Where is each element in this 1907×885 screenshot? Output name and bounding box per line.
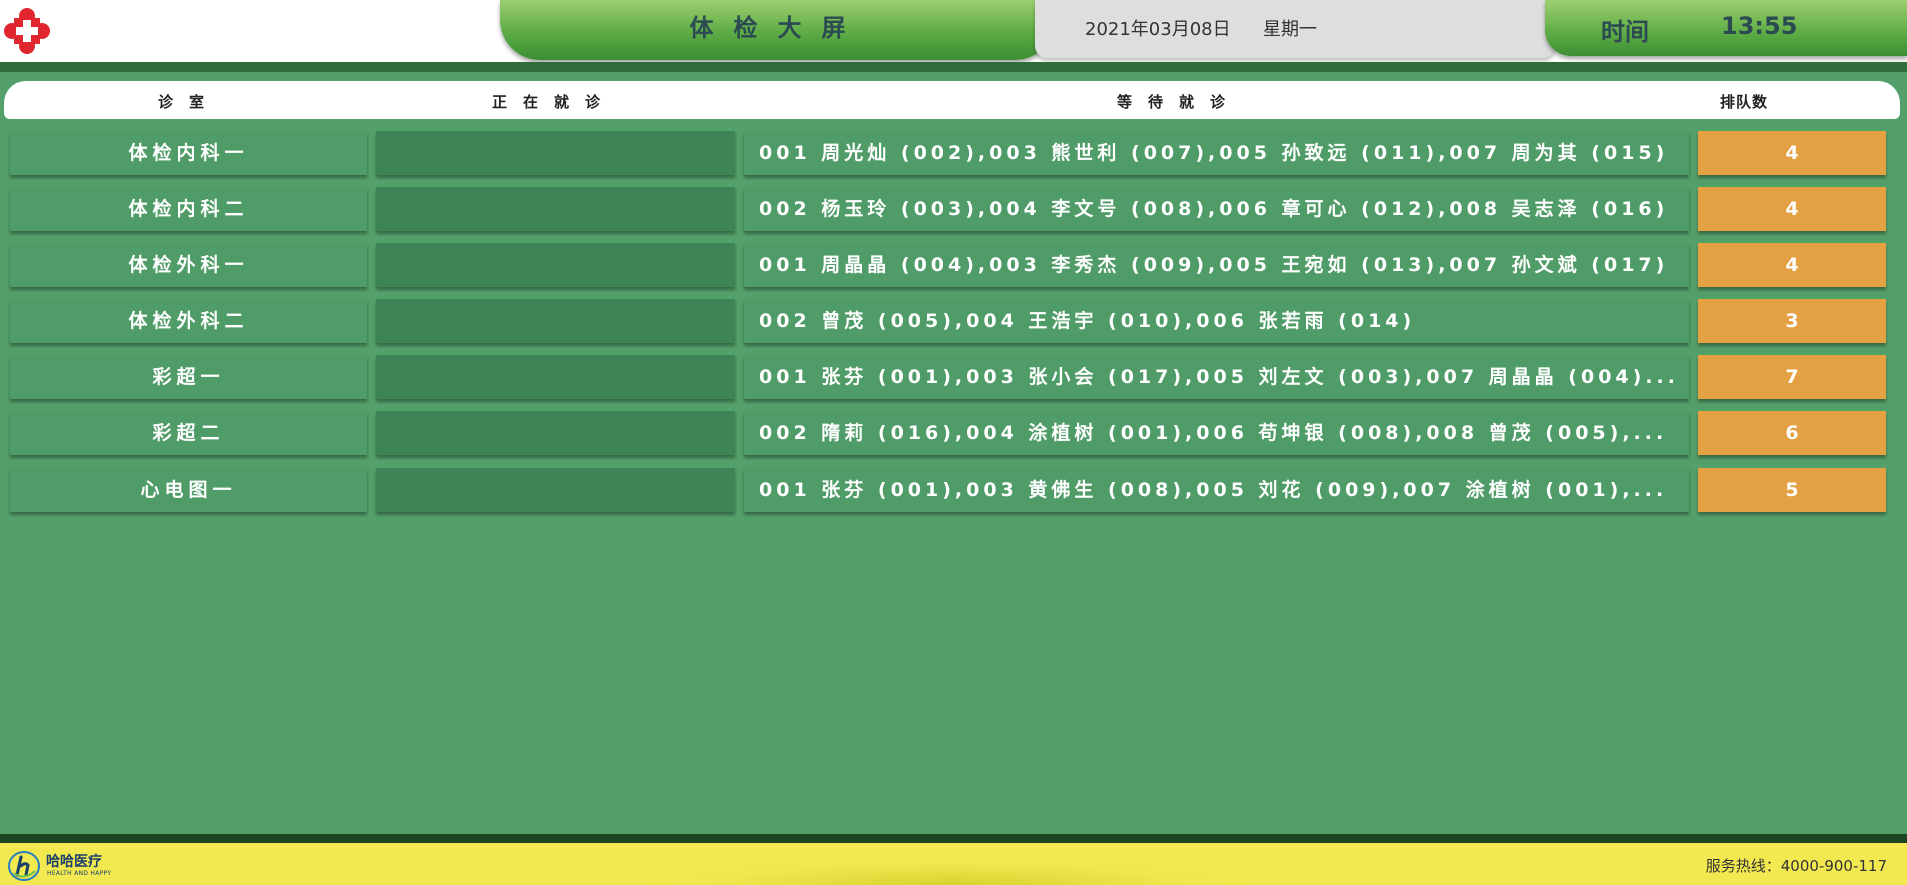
waiting-list: 001 周晶晶 (004),003 李秀杰 (009),005 王宛如 (013… [744,243,1689,287]
queue-count: 6 [1698,411,1886,455]
date-panel: 2021年03月08日 星期一 [1035,0,1555,58]
brand-name: 哈哈医疗 [46,854,102,870]
waiting-list: 001 张芬 (001),003 黄佛生 (008),005 刘花 (009),… [744,468,1689,512]
date-text: 2021年03月08日 [1085,19,1231,40]
header-divider [0,62,1907,72]
title-tab: 体检大屏 [500,0,1055,60]
room-name: 体检外科二 [10,299,367,343]
room-name: 体检外科一 [10,243,367,287]
weekday-text: 星期一 [1263,19,1317,40]
column-header-room: 诊室 [157,93,220,111]
waiting-list: 001 张芬 (001),003 张小会 (017),005 刘左文 (003)… [744,355,1689,399]
room-name: 体检内科二 [10,187,367,231]
footer-bar: 哈哈医疗 HEALTH AND HAPPY 服务热线：4000-900-117 [0,843,1907,885]
waiting-list: 002 曾茂 (005),004 王浩宇 (010),006 张若雨 (014) [744,299,1689,343]
brand-logo-icon [8,851,40,881]
column-header-current: 正在就诊 [491,93,616,111]
room-name: 心电图一 [10,468,367,512]
current-patient [376,187,735,231]
time-label: 时间 [1601,18,1649,46]
queue-count: 5 [1698,468,1886,512]
current-patient [376,131,735,175]
room-name: 体检内科一 [10,131,367,175]
current-patient [376,355,735,399]
room-name: 彩超二 [10,411,367,455]
queue-count: 4 [1698,243,1886,287]
queue-count: 7 [1698,355,1886,399]
table-row: 彩超一 001 张芬 (001),003 张小会 (017),005 刘左文 (… [0,355,1907,399]
waiting-list: 002 杨玉玲 (003),004 李文号 (008),006 章可心 (012… [744,187,1689,231]
clock-time: 13:55 [1721,12,1798,40]
table-row: 体检外科二 002 曾茂 (005),004 王浩宇 (010),006 张若雨… [0,299,1907,343]
current-patient [376,243,735,287]
column-header-waiting: 等待就诊 [1116,93,1241,111]
service-hotline: 服务热线：4000-900-117 [1705,857,1887,875]
table-row: 心电图一 001 张芬 (001),003 黄佛生 (008),005 刘花 (… [0,468,1907,512]
current-patient [376,411,735,455]
red-cross-logo-icon [4,8,50,54]
table-row: 体检内科二 002 杨玉玲 (003),004 李文号 (008),006 章可… [0,187,1907,231]
current-patient [376,299,735,343]
time-panel: 时间 13:55 [1545,0,1907,56]
waiting-list: 001 周光灿 (002),003 熊世利 (007),005 孙致远 (011… [744,131,1689,175]
waiting-list: 002 隋莉 (016),004 涂植树 (001),006 苟坤银 (008)… [744,411,1689,455]
queue-count: 4 [1698,131,1886,175]
current-patient [376,468,735,512]
table-row: 体检内科一 001 周光灿 (002),003 熊世利 (007),005 孙致… [0,131,1907,175]
brand-slogan: HEALTH AND HAPPY [47,870,112,877]
queue-count: 3 [1698,299,1886,343]
table-row: 彩超二 002 隋莉 (016),004 涂植树 (001),006 苟坤银 (… [0,411,1907,455]
page-title: 体检大屏 [689,14,866,42]
header-bar: 体检大屏 2021年03月08日 星期一 时间 13:55 [0,0,1907,70]
queue-count: 4 [1698,187,1886,231]
table-header: 诊室 正在就诊 等待就诊 排队数 [4,81,1900,119]
column-header-queue: 排队数 [1719,93,1768,111]
table-row: 体检外科一 001 周晶晶 (004),003 李秀杰 (009),005 王宛… [0,243,1907,287]
room-name: 彩超一 [10,355,367,399]
